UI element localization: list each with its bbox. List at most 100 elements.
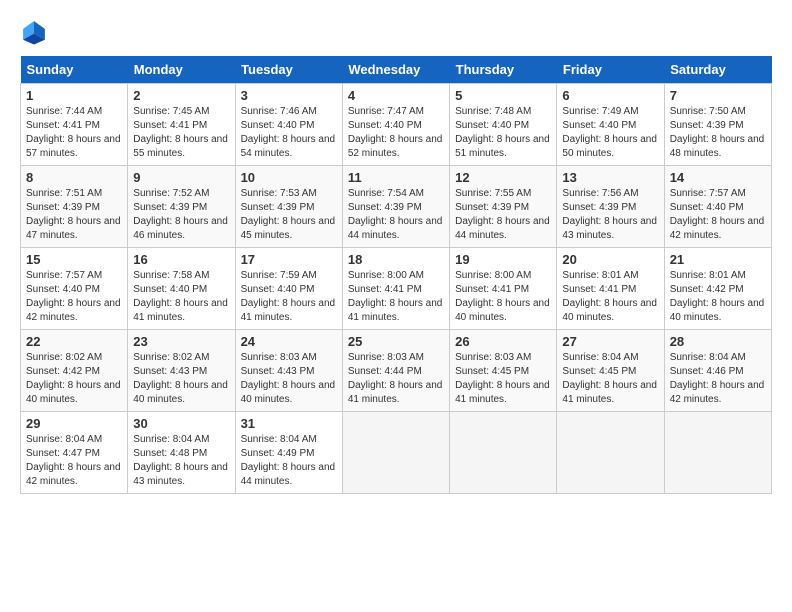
day-number: 20 xyxy=(562,252,658,267)
calendar-cell xyxy=(557,412,664,494)
weekday-header-sunday: Sunday xyxy=(21,56,128,84)
day-info: Sunrise: 7:59 AM Sunset: 4:40 PM Dayligh… xyxy=(241,269,337,325)
day-number: 13 xyxy=(562,170,658,185)
calendar-cell xyxy=(450,412,557,494)
day-info: Sunrise: 8:04 AM Sunset: 4:46 PM Dayligh… xyxy=(670,351,766,407)
day-info: Sunrise: 8:02 AM Sunset: 4:42 PM Dayligh… xyxy=(26,351,122,407)
weekday-header-wednesday: Wednesday xyxy=(342,56,449,84)
day-number: 30 xyxy=(133,416,229,431)
day-number: 19 xyxy=(455,252,551,267)
calendar-week-3: 15 Sunrise: 7:57 AM Sunset: 4:40 PM Dayl… xyxy=(21,248,772,330)
calendar-cell: 29 Sunrise: 8:04 AM Sunset: 4:47 PM Dayl… xyxy=(21,412,128,494)
logo xyxy=(20,18,52,46)
day-info: Sunrise: 7:47 AM Sunset: 4:40 PM Dayligh… xyxy=(348,105,444,161)
calendar-cell: 6 Sunrise: 7:49 AM Sunset: 4:40 PM Dayli… xyxy=(557,84,664,166)
calendar-cell: 18 Sunrise: 8:00 AM Sunset: 4:41 PM Dayl… xyxy=(342,248,449,330)
day-number: 15 xyxy=(26,252,122,267)
calendar-cell: 14 Sunrise: 7:57 AM Sunset: 4:40 PM Dayl… xyxy=(664,166,771,248)
calendar-cell: 1 Sunrise: 7:44 AM Sunset: 4:41 PM Dayli… xyxy=(21,84,128,166)
calendar-week-1: 1 Sunrise: 7:44 AM Sunset: 4:41 PM Dayli… xyxy=(21,84,772,166)
day-info: Sunrise: 8:00 AM Sunset: 4:41 PM Dayligh… xyxy=(455,269,551,325)
calendar-cell: 20 Sunrise: 8:01 AM Sunset: 4:41 PM Dayl… xyxy=(557,248,664,330)
calendar-cell: 31 Sunrise: 8:04 AM Sunset: 4:49 PM Dayl… xyxy=(235,412,342,494)
calendar-table: SundayMondayTuesdayWednesdayThursdayFrid… xyxy=(20,56,772,494)
calendar-cell: 26 Sunrise: 8:03 AM Sunset: 4:45 PM Dayl… xyxy=(450,330,557,412)
day-number: 29 xyxy=(26,416,122,431)
day-info: Sunrise: 8:04 AM Sunset: 4:49 PM Dayligh… xyxy=(241,433,337,489)
calendar-cell: 30 Sunrise: 8:04 AM Sunset: 4:48 PM Dayl… xyxy=(128,412,235,494)
day-number: 24 xyxy=(241,334,337,349)
weekday-header-friday: Friday xyxy=(557,56,664,84)
main-container: SundayMondayTuesdayWednesdayThursdayFrid… xyxy=(0,0,792,504)
calendar-header-row: SundayMondayTuesdayWednesdayThursdayFrid… xyxy=(21,56,772,84)
day-number: 14 xyxy=(670,170,766,185)
day-info: Sunrise: 8:03 AM Sunset: 4:43 PM Dayligh… xyxy=(241,351,337,407)
day-info: Sunrise: 7:55 AM Sunset: 4:39 PM Dayligh… xyxy=(455,187,551,243)
calendar-week-2: 8 Sunrise: 7:51 AM Sunset: 4:39 PM Dayli… xyxy=(21,166,772,248)
day-number: 9 xyxy=(133,170,229,185)
calendar-cell: 7 Sunrise: 7:50 AM Sunset: 4:39 PM Dayli… xyxy=(664,84,771,166)
day-number: 18 xyxy=(348,252,444,267)
calendar-cell: 23 Sunrise: 8:02 AM Sunset: 4:43 PM Dayl… xyxy=(128,330,235,412)
day-number: 4 xyxy=(348,88,444,103)
calendar-cell: 24 Sunrise: 8:03 AM Sunset: 4:43 PM Dayl… xyxy=(235,330,342,412)
calendar-cell: 25 Sunrise: 8:03 AM Sunset: 4:44 PM Dayl… xyxy=(342,330,449,412)
day-number: 11 xyxy=(348,170,444,185)
day-number: 26 xyxy=(455,334,551,349)
calendar-cell: 21 Sunrise: 8:01 AM Sunset: 4:42 PM Dayl… xyxy=(664,248,771,330)
calendar-cell: 11 Sunrise: 7:54 AM Sunset: 4:39 PM Dayl… xyxy=(342,166,449,248)
weekday-header-tuesday: Tuesday xyxy=(235,56,342,84)
day-info: Sunrise: 7:56 AM Sunset: 4:39 PM Dayligh… xyxy=(562,187,658,243)
day-number: 16 xyxy=(133,252,229,267)
day-info: Sunrise: 7:53 AM Sunset: 4:39 PM Dayligh… xyxy=(241,187,337,243)
day-number: 3 xyxy=(241,88,337,103)
day-number: 27 xyxy=(562,334,658,349)
calendar-cell: 5 Sunrise: 7:48 AM Sunset: 4:40 PM Dayli… xyxy=(450,84,557,166)
day-info: Sunrise: 8:01 AM Sunset: 4:42 PM Dayligh… xyxy=(670,269,766,325)
day-info: Sunrise: 7:57 AM Sunset: 4:40 PM Dayligh… xyxy=(26,269,122,325)
day-number: 22 xyxy=(26,334,122,349)
calendar-week-4: 22 Sunrise: 8:02 AM Sunset: 4:42 PM Dayl… xyxy=(21,330,772,412)
weekday-header-thursday: Thursday xyxy=(450,56,557,84)
day-info: Sunrise: 7:51 AM Sunset: 4:39 PM Dayligh… xyxy=(26,187,122,243)
day-info: Sunrise: 7:48 AM Sunset: 4:40 PM Dayligh… xyxy=(455,105,551,161)
day-info: Sunrise: 7:57 AM Sunset: 4:40 PM Dayligh… xyxy=(670,187,766,243)
day-number: 23 xyxy=(133,334,229,349)
calendar-cell: 4 Sunrise: 7:47 AM Sunset: 4:40 PM Dayli… xyxy=(342,84,449,166)
day-number: 21 xyxy=(670,252,766,267)
day-info: Sunrise: 8:04 AM Sunset: 4:48 PM Dayligh… xyxy=(133,433,229,489)
day-number: 31 xyxy=(241,416,337,431)
day-info: Sunrise: 7:45 AM Sunset: 4:41 PM Dayligh… xyxy=(133,105,229,161)
calendar-cell: 13 Sunrise: 7:56 AM Sunset: 4:39 PM Dayl… xyxy=(557,166,664,248)
day-info: Sunrise: 8:01 AM Sunset: 4:41 PM Dayligh… xyxy=(562,269,658,325)
day-info: Sunrise: 7:52 AM Sunset: 4:39 PM Dayligh… xyxy=(133,187,229,243)
logo-icon xyxy=(20,18,48,46)
calendar-cell: 2 Sunrise: 7:45 AM Sunset: 4:41 PM Dayli… xyxy=(128,84,235,166)
day-info: Sunrise: 7:46 AM Sunset: 4:40 PM Dayligh… xyxy=(241,105,337,161)
day-info: Sunrise: 8:04 AM Sunset: 4:45 PM Dayligh… xyxy=(562,351,658,407)
calendar-cell xyxy=(664,412,771,494)
calendar-cell: 16 Sunrise: 7:58 AM Sunset: 4:40 PM Dayl… xyxy=(128,248,235,330)
calendar-cell: 3 Sunrise: 7:46 AM Sunset: 4:40 PM Dayli… xyxy=(235,84,342,166)
weekday-header-saturday: Saturday xyxy=(664,56,771,84)
calendar-week-5: 29 Sunrise: 8:04 AM Sunset: 4:47 PM Dayl… xyxy=(21,412,772,494)
day-number: 12 xyxy=(455,170,551,185)
day-number: 28 xyxy=(670,334,766,349)
day-info: Sunrise: 8:03 AM Sunset: 4:45 PM Dayligh… xyxy=(455,351,551,407)
day-info: Sunrise: 8:03 AM Sunset: 4:44 PM Dayligh… xyxy=(348,351,444,407)
day-info: Sunrise: 8:02 AM Sunset: 4:43 PM Dayligh… xyxy=(133,351,229,407)
day-info: Sunrise: 7:44 AM Sunset: 4:41 PM Dayligh… xyxy=(26,105,122,161)
weekday-header-monday: Monday xyxy=(128,56,235,84)
day-number: 25 xyxy=(348,334,444,349)
day-info: Sunrise: 7:50 AM Sunset: 4:39 PM Dayligh… xyxy=(670,105,766,161)
day-info: Sunrise: 8:04 AM Sunset: 4:47 PM Dayligh… xyxy=(26,433,122,489)
calendar-cell: 22 Sunrise: 8:02 AM Sunset: 4:42 PM Dayl… xyxy=(21,330,128,412)
calendar-cell: 12 Sunrise: 7:55 AM Sunset: 4:39 PM Dayl… xyxy=(450,166,557,248)
day-info: Sunrise: 7:49 AM Sunset: 4:40 PM Dayligh… xyxy=(562,105,658,161)
day-number: 1 xyxy=(26,88,122,103)
day-number: 7 xyxy=(670,88,766,103)
day-number: 6 xyxy=(562,88,658,103)
day-number: 10 xyxy=(241,170,337,185)
calendar-cell xyxy=(342,412,449,494)
day-info: Sunrise: 7:54 AM Sunset: 4:39 PM Dayligh… xyxy=(348,187,444,243)
